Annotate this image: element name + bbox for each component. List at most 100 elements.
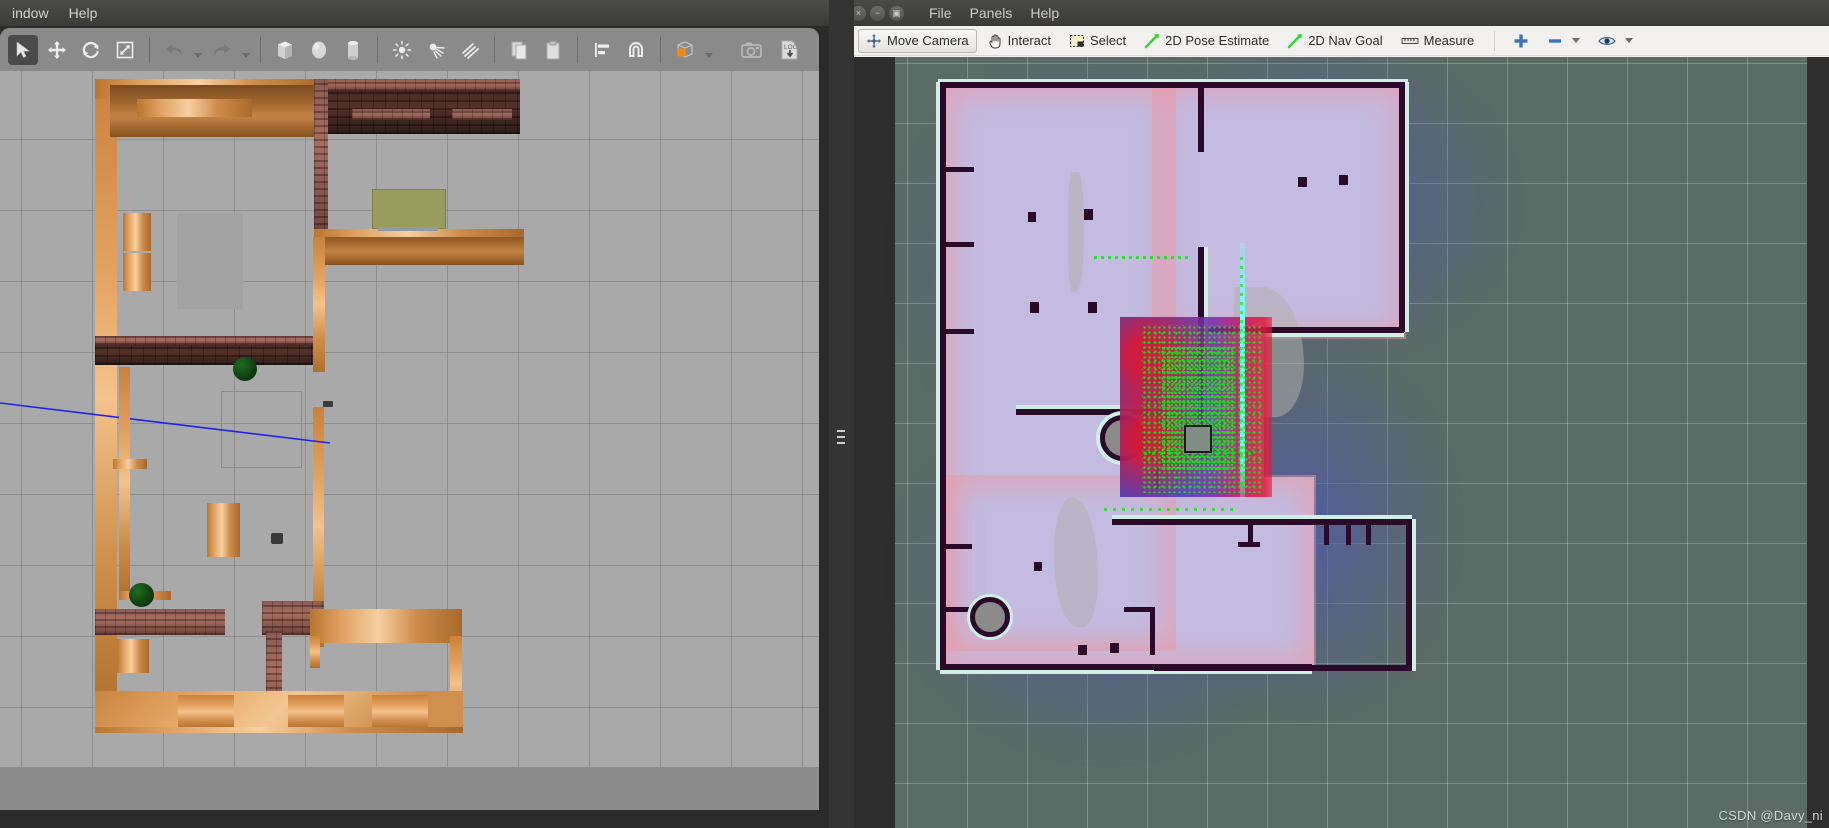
selection-box-icon — [1070, 34, 1084, 47]
redo-tool[interactable] — [207, 35, 237, 65]
paste-tool[interactable] — [538, 35, 568, 65]
green-arrow-icon — [1287, 33, 1303, 48]
green-arrow-icon — [1144, 33, 1160, 48]
insert-cylinder-tool[interactable] — [338, 35, 368, 65]
window-maximize-button[interactable]: ▣ — [889, 5, 904, 21]
rotate-mode-tool[interactable] — [76, 35, 106, 65]
undo-history-tool[interactable] — [191, 35, 205, 65]
gazebo-panel: LOG — [0, 28, 819, 810]
cost-gradient-lower — [942, 475, 1316, 669]
tool-measure[interactable]: Measure — [1393, 29, 1483, 52]
tool-measure-label: Measure — [1423, 33, 1475, 48]
scene-cabinet-bottom — [117, 639, 149, 673]
map-obstacle-3 — [1030, 302, 1039, 313]
spot-light-tool[interactable] — [421, 35, 451, 65]
laser-scan-segment-4 — [1240, 257, 1243, 487]
point-light-tool[interactable] — [387, 35, 417, 65]
undo-tool[interactable] — [159, 35, 189, 65]
focus-tool[interactable] — [1590, 30, 1619, 52]
map-wall-stub-5 — [946, 544, 972, 549]
directional-light-tool[interactable] — [455, 35, 485, 65]
insert-sphere-tool[interactable] — [304, 35, 334, 65]
snap-tool[interactable] — [621, 35, 651, 65]
scene-cabinet-upper — [123, 213, 151, 251]
rviz-menu-help[interactable]: Help — [1021, 3, 1068, 23]
tool-interact-label: Interact — [1007, 33, 1051, 48]
add-tool[interactable] — [1505, 29, 1537, 53]
toolbar-separator — [494, 36, 495, 63]
cylinder-icon — [348, 40, 358, 60]
gazebo-menu-window[interactable]: indow — [2, 3, 59, 23]
view-cube-icon — [677, 40, 693, 58]
toolbar-separator — [149, 36, 150, 63]
scene-gray-plate — [177, 213, 243, 309]
window-minimize-button[interactable]: − — [870, 5, 885, 21]
map-wall-stub-11 — [1366, 519, 1371, 545]
tool-move-camera[interactable]: Move Camera — [858, 28, 977, 53]
align-tool[interactable] — [587, 35, 617, 65]
ruler-icon — [1401, 37, 1419, 44]
scene-robot-small — [271, 533, 283, 544]
map-wall-highlight-left — [936, 82, 940, 670]
svg-text:LOG: LOG — [784, 44, 798, 51]
laser-scan-segment-1 — [1094, 256, 1190, 259]
translate-mode-tool[interactable] — [42, 35, 72, 65]
tool-2d-nav-goal-label: 2D Nav Goal — [1308, 33, 1383, 48]
sphere-icon — [312, 41, 326, 58]
insert-box-tool[interactable] — [270, 35, 300, 65]
watermark-text: CSDN @Davy_ni — [1718, 808, 1823, 823]
focus-dropdown[interactable] — [1621, 34, 1641, 47]
window-close-button[interactable]: × — [854, 5, 866, 21]
laser-scan-segment-3 — [1104, 508, 1234, 511]
screenshot-root: indow Help LOG × − ▣ File Panels Help Mo… — [0, 0, 1829, 828]
chevron-down-icon — [1625, 38, 1634, 43]
scene-ceiling-opening — [137, 99, 252, 117]
view-angle-tool[interactable] — [670, 35, 700, 65]
scale-mode-tool[interactable] — [110, 35, 140, 65]
map-obstacle-1 — [1028, 212, 1036, 222]
window-splitter[interactable] — [829, 0, 854, 828]
gazebo-menubar: indow Help — [0, 0, 829, 26]
tool-select[interactable]: Select — [1061, 29, 1134, 53]
remove-dropdown[interactable] — [1568, 34, 1588, 47]
toolbar-separator — [260, 36, 261, 63]
rviz-window: × − ▣ File Panels Help Move Camera Inter… — [854, 0, 1829, 828]
scene-brick-top-band — [325, 79, 520, 91]
scene-small-object-1 — [323, 401, 333, 407]
tool-interact[interactable]: Interact — [979, 29, 1059, 53]
rviz-menu-panels[interactable]: Panels — [961, 3, 1022, 23]
screenshot-tool[interactable] — [737, 35, 767, 65]
scene-door-panel — [207, 503, 240, 557]
toolbar-separator — [660, 36, 661, 63]
copy-tool[interactable] — [504, 35, 534, 65]
view-angle-dropdown[interactable] — [702, 35, 716, 65]
map-wall-stub-9 — [1324, 519, 1329, 545]
directional-light-icon — [462, 42, 479, 59]
chevron-down-icon — [1572, 38, 1581, 43]
box-icon — [278, 41, 292, 59]
tool-2d-pose-estimate[interactable]: 2D Pose Estimate — [1136, 29, 1277, 53]
map-obstacle-6 — [1339, 175, 1348, 185]
scene-table-leg-left — [310, 636, 320, 668]
log-record-tool[interactable]: LOG — [775, 35, 805, 65]
rotate-icon — [82, 41, 99, 58]
minus-icon — [1549, 38, 1562, 43]
redo-history-tool[interactable] — [239, 35, 253, 65]
map-wall-top — [940, 82, 1405, 88]
gazebo-menu-help[interactable]: Help — [59, 3, 108, 23]
remove-tool[interactable] — [1539, 29, 1566, 53]
splitter-handle[interactable] — [837, 430, 845, 444]
scene-wall-inner-left — [119, 367, 130, 597]
laser-ray-line — [0, 402, 331, 444]
tool-2d-nav-goal[interactable]: 2D Nav Goal — [1279, 29, 1390, 53]
rviz-menu-file[interactable]: File — [920, 3, 961, 23]
rviz-3d-viewport[interactable]: CSDN @Davy_ni — [854, 57, 1829, 828]
select-mode-tool[interactable] — [8, 34, 38, 65]
eye-icon — [1598, 36, 1616, 45]
gazebo-3d-viewport[interactable] — [0, 71, 819, 767]
toolbar-separator — [577, 36, 578, 63]
tool-move-camera-label: Move Camera — [887, 33, 969, 48]
scale-icon — [116, 41, 134, 58]
scene-brick-wall-vertical — [314, 79, 328, 239]
map-wall-highlight-right-upper — [1405, 82, 1409, 332]
